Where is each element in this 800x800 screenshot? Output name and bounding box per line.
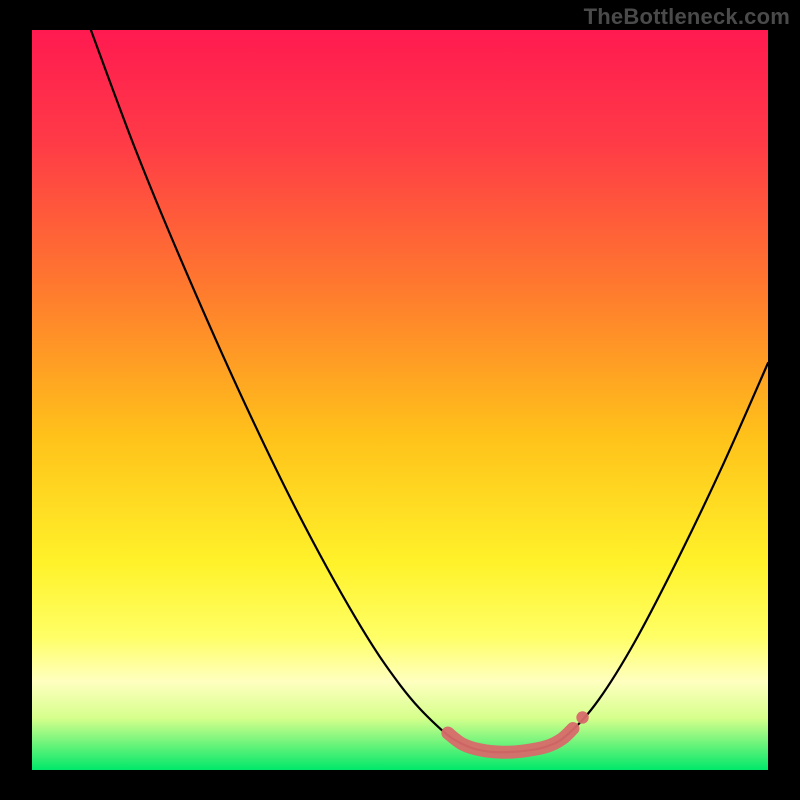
bottleneck-chart xyxy=(0,0,800,800)
highlight-end-dot xyxy=(576,711,588,723)
chart-frame: TheBottleneck.com xyxy=(0,0,800,800)
plot-background xyxy=(32,30,768,770)
watermark-text: TheBottleneck.com xyxy=(584,4,790,30)
